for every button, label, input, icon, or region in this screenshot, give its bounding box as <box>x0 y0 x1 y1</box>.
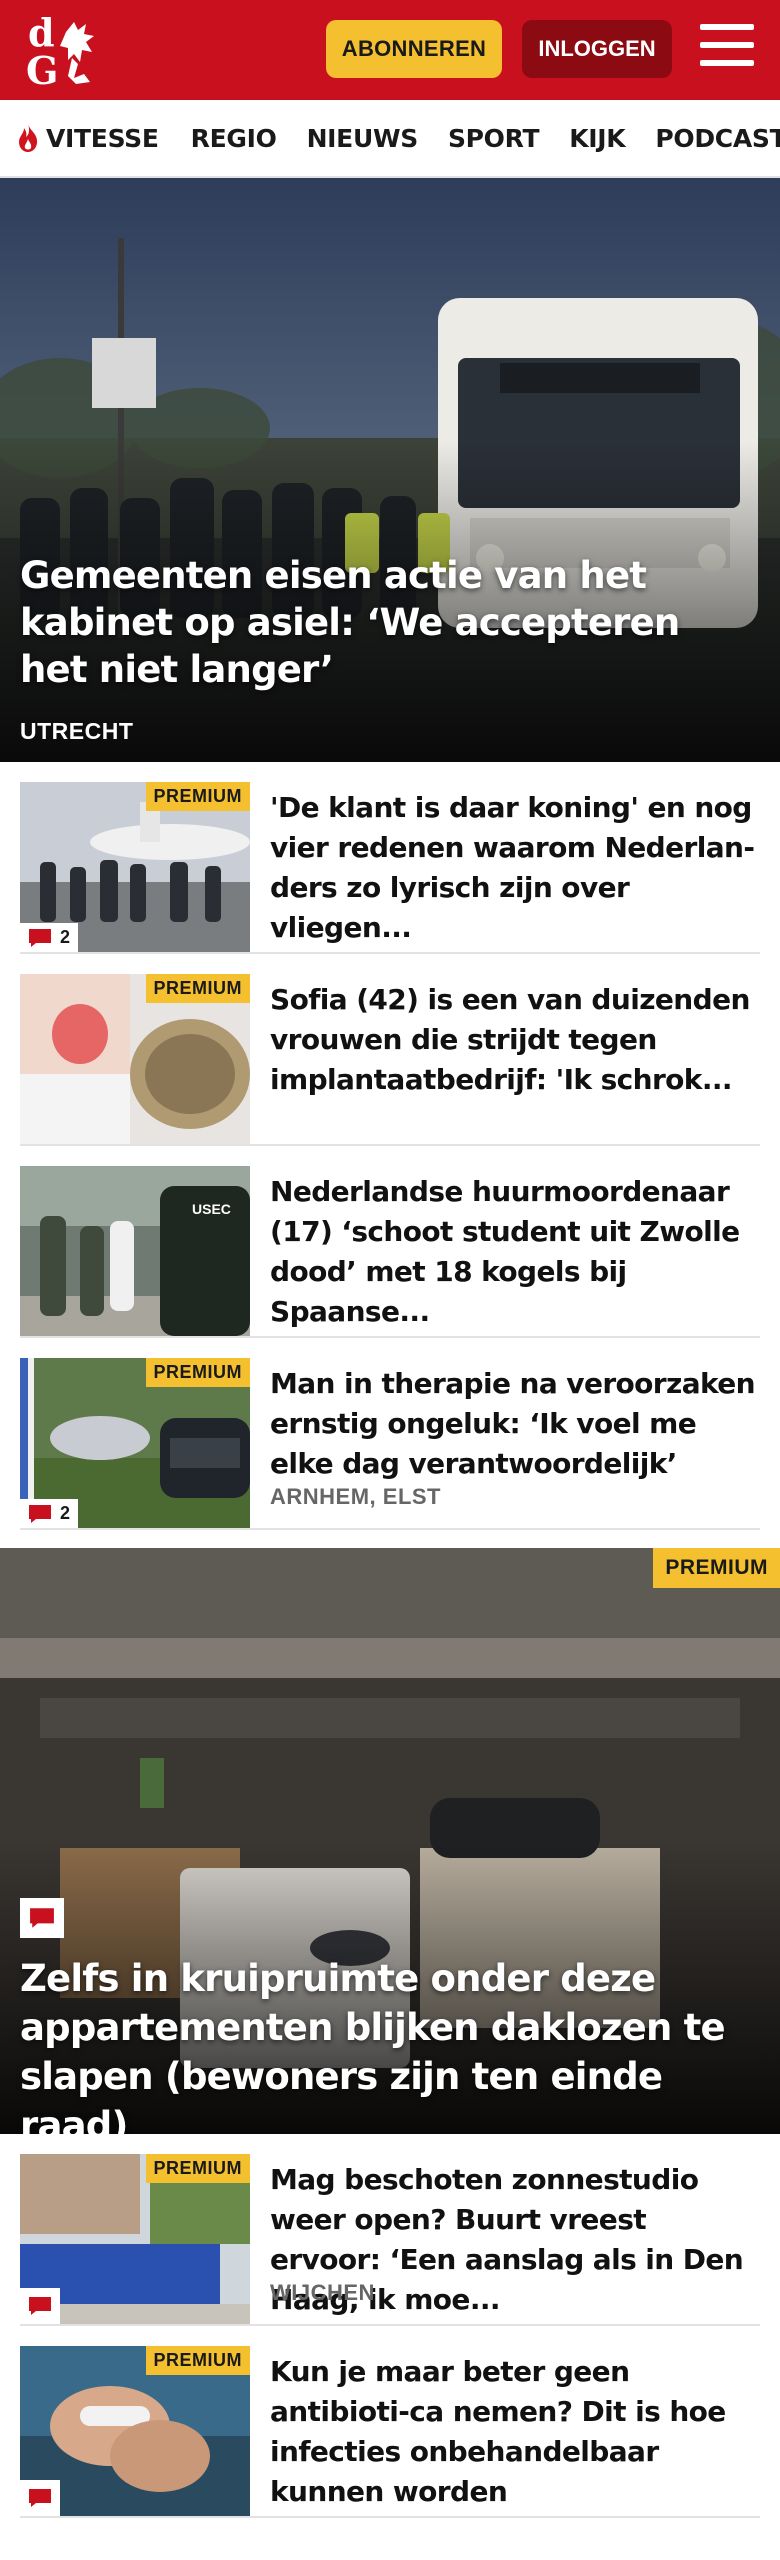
article-thumbnail: PREMIUM 2 <box>20 782 250 952</box>
nav-item-regio[interactable]: REGIO <box>191 124 277 153</box>
premium-badge: PREMIUM <box>145 2154 250 2183</box>
article-title[interactable]: 'De klant is daar koning' en nog vier re… <box>270 788 760 948</box>
comment-count[interactable]: 2 <box>20 1499 79 1528</box>
login-button[interactable]: INLOGGEN <box>522 20 672 78</box>
hero-article[interactable]: Gemeenten eisen actie van het kabinet op… <box>0 178 780 762</box>
dg-logo[interactable]: d G <box>22 12 112 88</box>
police-photo: USEC <box>20 1166 250 1336</box>
comment-count[interactable]: 2 <box>20 923 79 952</box>
article-thumbnail: USEC <box>20 1166 250 1336</box>
article-thumbnail: PREMIUM <box>20 2346 250 2516</box>
nav-item-nieuws[interactable]: NIEUWS <box>307 124 419 153</box>
premium-badge: PREMIUM <box>653 1548 780 1588</box>
article-thumbnail: PREMIUM 2 <box>20 1358 250 1528</box>
top-bar: d G ABONNEREN INLOGGEN <box>0 0 780 100</box>
nav-item-podcast[interactable]: PODCAST <box>655 124 780 153</box>
list-item[interactable]: PREMIUM Sofia (42) is een van duizenden … <box>20 954 760 1146</box>
article-location-label: WIJCHEN <box>270 2280 375 2305</box>
list-item[interactable]: PREMIUM 2 'De klant is daar koning' en n… <box>20 762 760 954</box>
premium-badge: PREMIUM <box>145 1358 250 1387</box>
hamburger-menu-icon[interactable] <box>700 24 754 74</box>
hero-title[interactable]: Gemeenten eisen actie van het kabinet op… <box>20 552 740 693</box>
section-nav: VITESSE REGIO NIEUWS SPORT KIJK PODCAST <box>0 100 780 178</box>
comment-count[interactable] <box>20 2480 60 2516</box>
premium-badge: PREMIUM <box>145 782 250 811</box>
article-title[interactable]: Sofia (42) is een van duizenden vrouwen … <box>270 980 760 1100</box>
list-item[interactable]: PREMIUM 2 Man in therapie na veroorzaken… <box>20 1338 760 1530</box>
svg-text:G: G <box>26 48 58 88</box>
subscribe-button[interactable]: ABONNEREN <box>326 20 502 78</box>
comment-count[interactable] <box>20 2288 60 2324</box>
nav-item-vitesse[interactable]: VITESSE <box>16 123 159 153</box>
flame-icon <box>19 124 38 152</box>
comment-bubble-icon <box>29 2489 51 2507</box>
list-item[interactable]: PREMIUM Kun je maar beter geen antibioti… <box>20 2326 760 2518</box>
premium-badge: PREMIUM <box>145 974 250 1003</box>
comment-bubble-icon <box>29 2297 51 2315</box>
comment-bubble-icon <box>29 928 51 947</box>
hero-location-label: UTRECHT <box>20 718 134 744</box>
nav-item-sport[interactable]: SPORT <box>448 124 540 153</box>
nav-label: VITESSE <box>46 123 159 153</box>
premium-badge: PREMIUM <box>145 2346 250 2375</box>
nav-item-kijk[interactable]: KIJK <box>569 124 625 153</box>
comment-bubble-icon <box>30 1908 54 1928</box>
comment-count-value: 2 <box>60 1503 71 1523</box>
svg-text:USEC: USEC <box>192 1201 231 1217</box>
article-thumbnail: PREMIUM <box>20 974 250 1144</box>
comment-count[interactable] <box>20 1898 64 1938</box>
featured-article-title[interactable]: Zelfs in kruipruimte onder deze appartem… <box>20 1954 760 2134</box>
list-item[interactable]: USEC Nederlandse huurmoordenaar (17) ‘sc… <box>20 1146 760 1338</box>
featured-article[interactable]: PREMIUM Zelfs in kruipruimte onder deze … <box>0 1548 780 2134</box>
article-title[interactable]: Man in therapie na veroorzaken ernstig o… <box>270 1364 760 1484</box>
article-title[interactable]: Kun je maar beter geen antibioti-ca neme… <box>270 2352 760 2512</box>
comment-bubble-icon <box>29 1504 51 1523</box>
comment-count-value: 2 <box>60 927 71 947</box>
article-title[interactable]: Nederlandse huurmoordenaar (17) ‘schoot … <box>270 1172 760 1332</box>
article-thumbnail: PREMIUM <box>20 2154 250 2324</box>
article-location-label: ARNHEM, ELST <box>270 1484 441 1509</box>
list-item[interactable]: PREMIUM Mag beschoten zonnestudio weer o… <box>20 2134 760 2326</box>
